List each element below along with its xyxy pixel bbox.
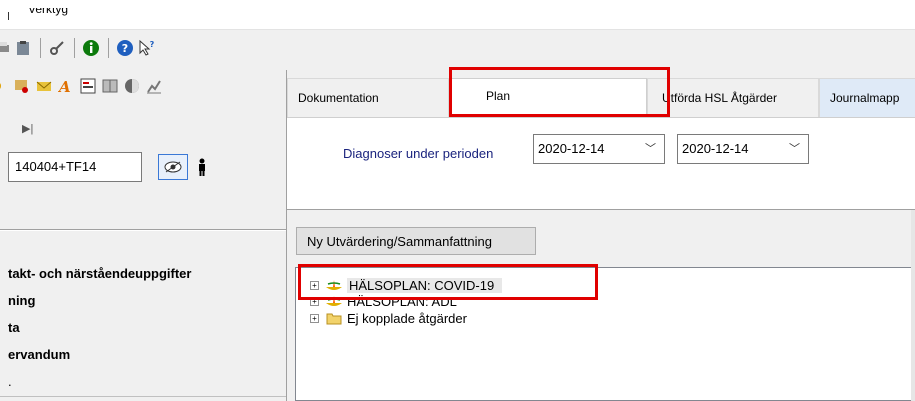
expand-icon[interactable]: +	[310, 313, 319, 323]
arrow-icon[interactable]	[0, 78, 8, 94]
menu-verktyg[interactable]: Verktyg	[28, 8, 68, 16]
envelope-icon[interactable]	[36, 78, 52, 94]
chevron-down-icon[interactable]: ﹀	[645, 140, 656, 156]
date-from-value: 2020-12-14	[538, 141, 605, 156]
new-evaluation-button[interactable]: Ny Utvärdering/Sammanfattning	[296, 227, 536, 255]
expand-icon[interactable]: +	[310, 296, 319, 306]
person-icon[interactable]	[197, 158, 207, 179]
chart-icon[interactable]	[146, 78, 162, 94]
lamp-icon	[325, 293, 343, 309]
date-to-picker[interactable]: 2020-12-14 ﹀	[677, 134, 809, 164]
clipboard-icon[interactable]	[14, 39, 32, 57]
left-panel: A ▶| 140404+TF14 takt- och närståendeupp…	[0, 66, 286, 401]
print-icon[interactable]	[0, 39, 12, 57]
date-from-picker[interactable]: 2020-12-14 ﹀	[533, 134, 665, 164]
lamp-icon	[325, 277, 343, 293]
svg-text:?: ?	[122, 42, 128, 55]
toolbar: ? ?	[0, 30, 915, 66]
list-item[interactable]: ta	[8, 320, 191, 347]
expand-icon[interactable]: +	[310, 280, 319, 290]
right-panel: Dokumentation Plan Utförda HSL Åtgärder …	[286, 70, 915, 401]
tree-item-adl[interactable]: + HÄLSOPLAN: ADL	[310, 292, 457, 310]
next-record-icon[interactable]: ▶|	[22, 122, 33, 135]
svg-text:?: ?	[150, 40, 155, 49]
toolbar-separator	[74, 38, 75, 58]
diagnoses-period-label: Diagnoser under perioden	[343, 146, 494, 161]
tree-item-unlinked[interactable]: + Ej kopplade åtgärder	[310, 309, 467, 327]
menu-bar: Verktyg	[0, 0, 915, 30]
patient-menu-list: takt- och närståendeuppgifter ning ta er…	[8, 266, 191, 401]
plan-tree: + HÄLSOPLAN: COVID-19 + HÄLSOPLAN: ADL +…	[295, 267, 913, 401]
tree-item-label: Ej kopplade åtgärder	[347, 310, 467, 326]
menu-separator	[8, 12, 9, 20]
scrollbar[interactable]	[911, 210, 915, 401]
help-cursor-icon[interactable]: ?	[138, 39, 156, 57]
chevron-down-icon[interactable]: ﹀	[789, 140, 800, 156]
book-icon[interactable]	[102, 78, 118, 94]
list-item[interactable]: ervandum	[8, 347, 191, 374]
tab-plan[interactable]: Plan	[449, 78, 647, 118]
toolbar-separator	[108, 38, 109, 58]
tree-item-label: HÄLSOPLAN: COVID-19	[347, 277, 503, 293]
eye-icon	[164, 161, 182, 173]
left-bottom-line	[0, 396, 286, 397]
help-icon[interactable]: ?	[116, 39, 134, 57]
contrast-icon[interactable]	[124, 78, 140, 94]
tab-dokumentation[interactable]: Dokumentation	[287, 78, 449, 118]
form-icon[interactable]	[80, 78, 96, 94]
font-icon[interactable]: A	[57, 78, 74, 96]
tree-item-label: HÄLSOPLAN: ADL	[347, 293, 457, 309]
plan-tree-area: Ny Utvärdering/Sammanfattning + HÄLSOPLA…	[293, 210, 915, 401]
tab-strip: Dokumentation Plan Utförda HSL Åtgärder …	[287, 70, 915, 118]
list-item[interactable]: takt- och närståendeuppgifter	[8, 266, 191, 293]
tab-journalmapp[interactable]: Journalmapp	[819, 78, 915, 118]
certificate-icon[interactable]	[14, 78, 30, 94]
view-patient-button[interactable]	[158, 154, 188, 180]
svg-text:A: A	[58, 78, 71, 94]
patient-id-field[interactable]: 140404+TF14	[8, 152, 142, 182]
toolbar-separator	[40, 38, 41, 58]
info-icon[interactable]	[82, 39, 100, 57]
tab-utforda-hsl-atgarder[interactable]: Utförda HSL Åtgärder	[647, 78, 819, 118]
list-item[interactable]: ning	[8, 293, 191, 320]
date-to-value: 2020-12-14	[682, 141, 749, 156]
folder-icon	[325, 310, 343, 326]
left-divider	[0, 229, 286, 231]
key-icon[interactable]	[48, 39, 66, 57]
